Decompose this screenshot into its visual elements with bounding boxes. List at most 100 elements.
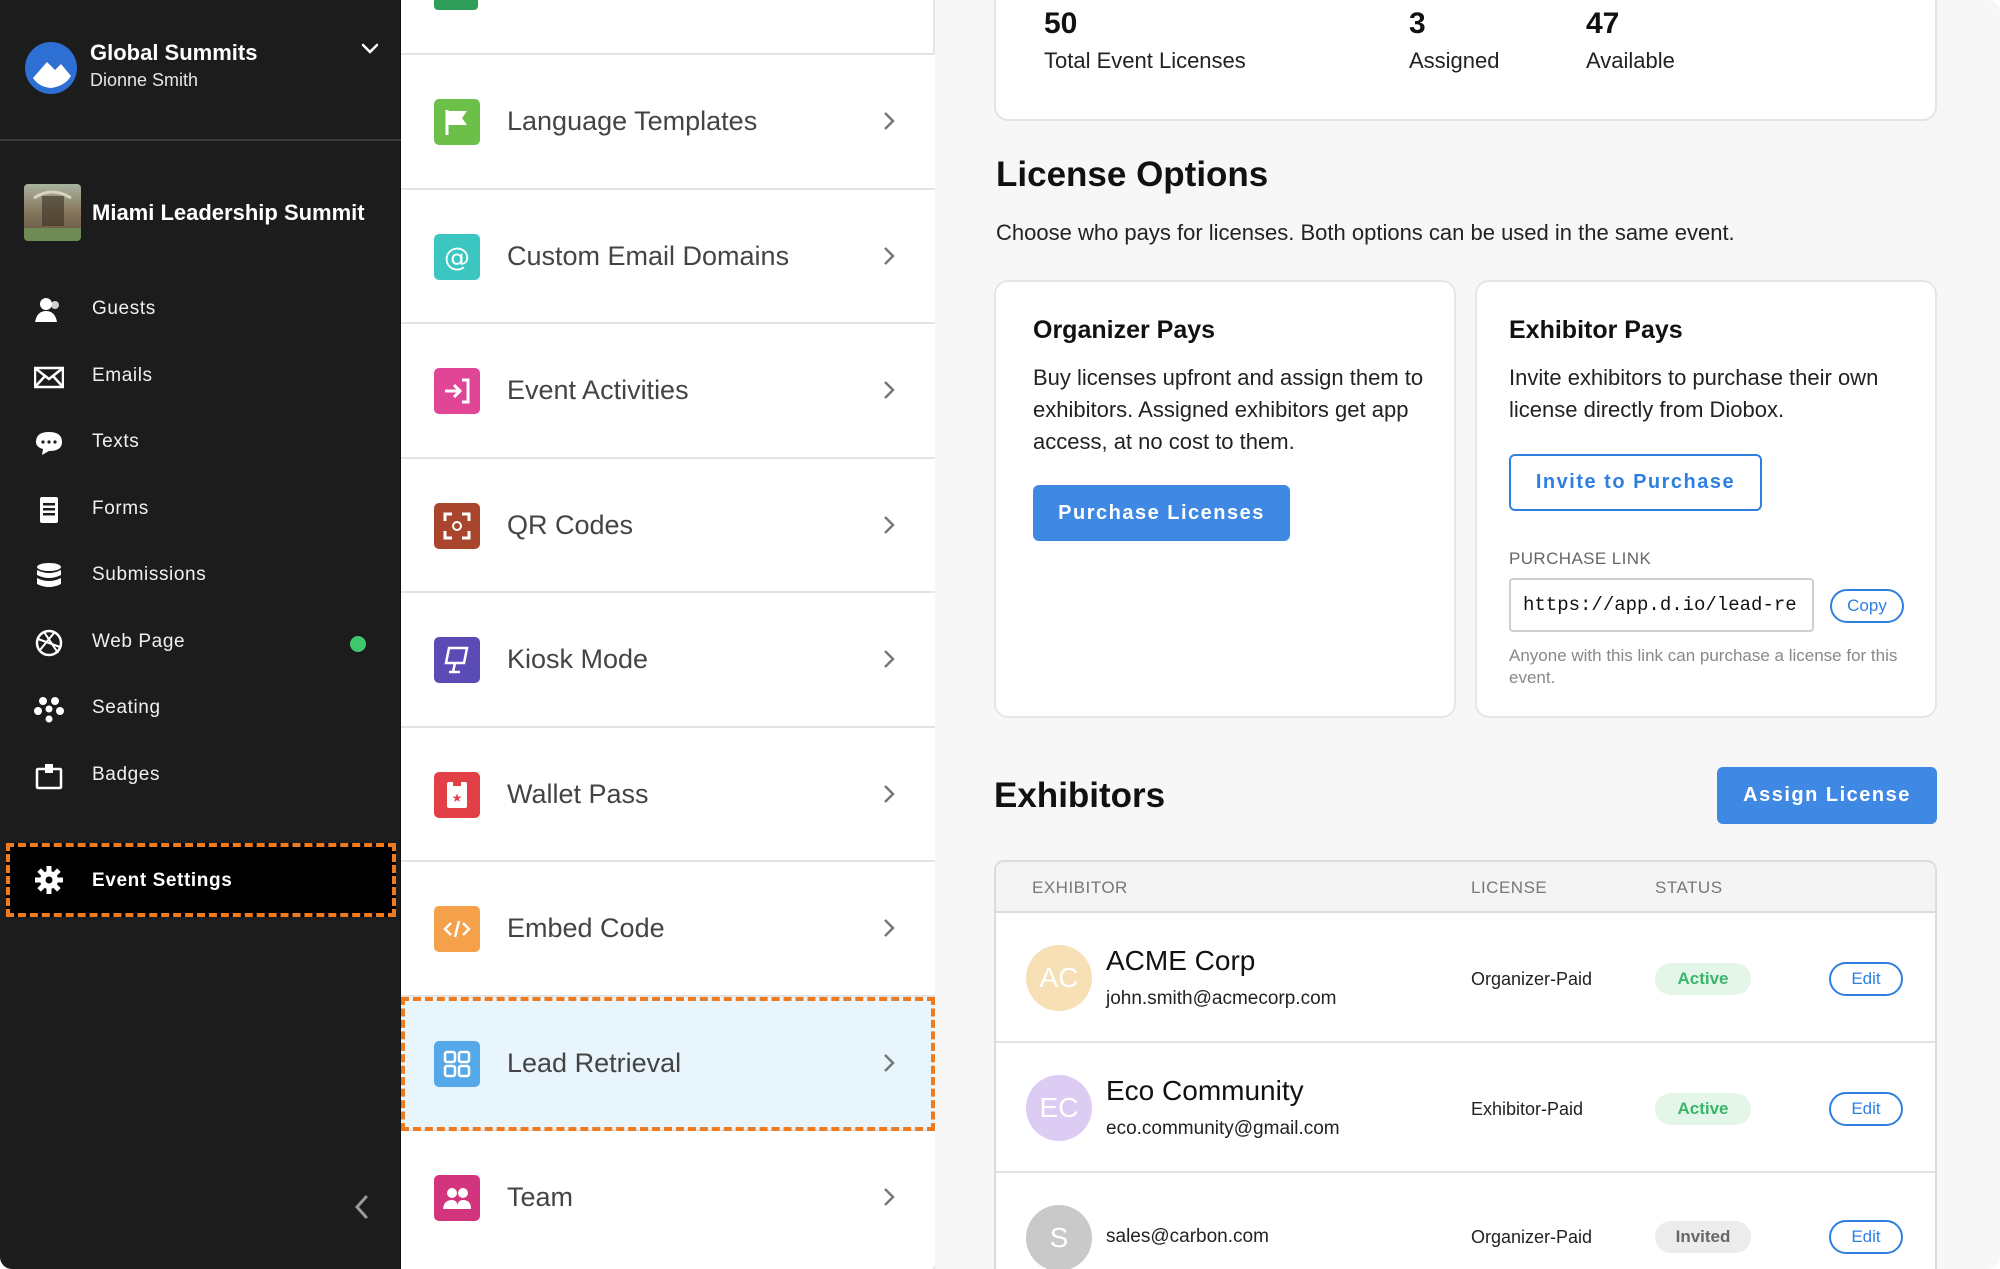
menu-item-label: Embed Code (507, 913, 665, 943)
sidebar-item-forms[interactable]: Forms (0, 476, 401, 543)
sidebar-item-label: Forms (92, 497, 149, 519)
sidebar-item-submissions[interactable]: Submissions (0, 542, 401, 609)
event-thumbnail (24, 184, 81, 241)
chevron-right-icon (884, 246, 895, 265)
available-label: Available (1586, 48, 1675, 73)
license-type: Organizer-Paid (1471, 969, 1593, 989)
org-name: Global Summits (90, 40, 258, 65)
avatar: AC (1026, 945, 1092, 1011)
purchase-link-label: PURCHASE LINK (1509, 549, 1652, 568)
purchase-licenses-button[interactable]: Purchase Licenses (1033, 485, 1290, 541)
organizer-pays-card: Organizer Pays Buy licenses upfront and … (994, 280, 1456, 718)
purchase-link-note: Anyone with this link can purchase a lic… (1509, 646, 1898, 687)
chevron-right-icon (884, 919, 895, 937)
menu-item-label: QR Codes (507, 509, 634, 540)
edit-button[interactable]: Edit (1829, 1220, 1903, 1254)
seating-icon (34, 697, 64, 723)
menu-item-label: Custom Email Domains (507, 240, 790, 271)
menu-item-event-activities[interactable]: Event Activities (401, 324, 935, 459)
menu-item-label: Kiosk Mode (507, 644, 649, 674)
table-row[interactable]: S sales@carbon.com Organizer-Paid Invite… (996, 1173, 1935, 1269)
sidebar-item-seating[interactable]: Seating (0, 675, 401, 742)
edit-button[interactable]: Edit (1829, 1092, 1903, 1126)
menu-item-label: Language Templates (507, 106, 758, 136)
table-row[interactable]: AC ACME Corp john.smith@acmecorp.com Org… (996, 913, 1935, 1043)
status-badge: Active (1655, 963, 1751, 995)
table-row[interactable]: EC Eco Community eco.community@gmail.com… (996, 1043, 1935, 1173)
sidebar-item-web-page[interactable]: Web Page (0, 609, 401, 676)
globe-icon (35, 629, 63, 656)
exhibitor-pays-title: Exhibitor Pays (1509, 316, 1683, 344)
exhibitor-pays-card: Exhibitor Pays Invite exhibitors to purc… (1475, 280, 1937, 718)
sidebar-item-label: Event Settings (92, 870, 233, 891)
status-badge: Invited (1655, 1221, 1751, 1253)
sidebar-item-texts[interactable]: Texts (0, 409, 401, 476)
menu-item-qr-codes[interactable]: QR Codes (401, 458, 935, 593)
sidebar-item-label: Submissions (92, 564, 207, 585)
sidebar-item-badges[interactable]: Badges (0, 742, 401, 809)
check-in-icon (434, 368, 480, 414)
exhibitor-email: john.smith@acmecorp.com (1106, 988, 1337, 1009)
exhibitor-name: ACME Corp (1106, 945, 1256, 976)
assign-license-button[interactable]: Assign License (1717, 767, 1937, 824)
chevron-right-icon (884, 784, 895, 803)
purchase-link-field[interactable]: https://app.d.io/lead-re (1509, 578, 1814, 632)
menu-item-custom-email-domains[interactable]: @ Custom Email Domains (401, 189, 935, 324)
exhibitor-email: eco.community@gmail.com (1106, 1118, 1340, 1139)
menu-item-partial[interactable] (401, 0, 935, 55)
invite-to-purchase-button[interactable]: Invite to Purchase (1509, 454, 1762, 511)
chevron-right-icon (884, 112, 895, 130)
available-value: 47 (1586, 7, 1620, 40)
sidebar-item-label: Emails (92, 364, 153, 386)
org-logo (25, 42, 77, 94)
chevron-right-icon (884, 381, 895, 399)
badge-icon (35, 763, 63, 789)
envelope-icon (34, 366, 64, 388)
menu-item-embed-code[interactable]: Embed Code (401, 862, 935, 997)
org-switcher[interactable]: Global Summits Dionne Smith (0, 0, 401, 141)
sidebar-item-label: Texts (92, 431, 140, 452)
qr-scan-icon (434, 502, 480, 549)
event-header[interactable]: Miami Leadership Summit (24, 184, 394, 242)
exhibitors-title: Exhibitors (994, 776, 1166, 815)
gear-icon (35, 866, 63, 894)
database-icon (37, 563, 61, 587)
edit-button[interactable]: Edit (1829, 962, 1903, 996)
grid-icon (434, 1040, 480, 1087)
flag-icon (434, 99, 480, 145)
team-icon (434, 1175, 480, 1221)
exhibitor-pays-description: Invite exhibitors to purchase their own … (1509, 365, 1879, 422)
license-options-subtitle: Choose who pays for licenses. Both optio… (996, 220, 1735, 245)
column-header-status[interactable]: STATUS (1655, 878, 1723, 898)
sidebar-item-event-settings[interactable]: Event Settings (6, 843, 396, 917)
status-badge: Active (1655, 1093, 1751, 1125)
collapse-sidebar-icon[interactable] (350, 1192, 374, 1222)
exhibitor-email: sales@carbon.com (1106, 1226, 1269, 1247)
settings-menu: Language Templates @ Custom Email Domain… (401, 0, 935, 1269)
svg-text:@: @ (444, 243, 470, 272)
table-header: EXHIBITOR LICENSE STATUS (996, 862, 1935, 913)
sidebar-item-guests[interactable]: Guests (0, 276, 401, 343)
total-licenses-value: 50 (1044, 7, 1078, 40)
chat-bubble-icon (36, 432, 62, 455)
column-header-license[interactable]: LICENSE (1471, 878, 1547, 898)
assigned-value: 3 (1409, 7, 1426, 40)
chevron-down-icon[interactable] (358, 36, 382, 60)
menu-item-label: Wallet Pass (507, 778, 649, 809)
menu-item-wallet-pass[interactable]: ★ Wallet Pass (401, 727, 935, 862)
code-icon (434, 906, 480, 952)
menu-item-kiosk-mode[interactable]: Kiosk Mode (401, 593, 935, 728)
user-name: Dionne Smith (90, 70, 199, 90)
ticket-icon: ★ (434, 771, 480, 818)
menu-item-label: Event Activities (507, 375, 689, 405)
column-header-exhibitor[interactable]: EXHIBITOR (1032, 878, 1128, 898)
sidebar: Global Summits Dionne Smith Miami Leader… (0, 0, 401, 1269)
sidebar-item-emails[interactable]: Emails (0, 343, 401, 410)
chevron-right-icon (884, 1188, 895, 1206)
menu-item-icon (434, 0, 478, 10)
svg-text:★: ★ (452, 791, 463, 805)
menu-item-language-templates[interactable]: Language Templates (401, 55, 935, 190)
copy-link-button[interactable]: Copy (1830, 589, 1904, 623)
menu-item-lead-retrieval[interactable]: Lead Retrieval (401, 996, 935, 1131)
menu-item-team[interactable]: Team (401, 1131, 935, 1266)
